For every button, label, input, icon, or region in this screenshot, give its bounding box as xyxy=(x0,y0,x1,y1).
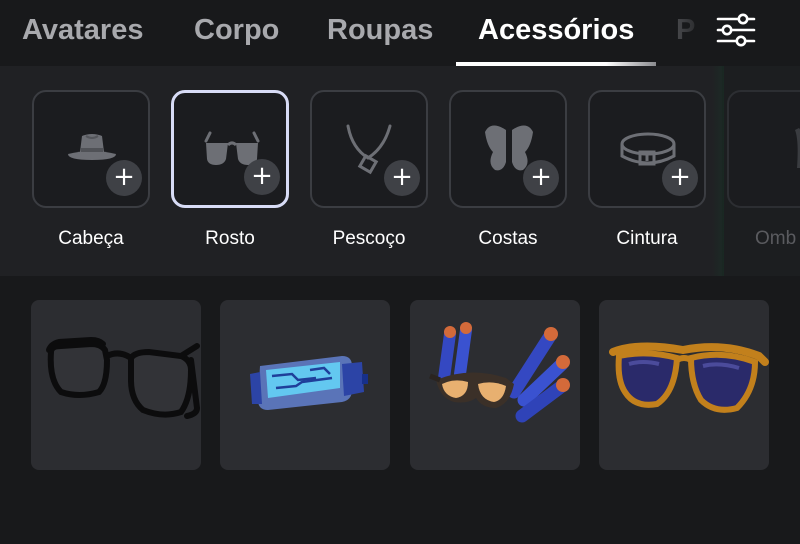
add-icon: + xyxy=(106,160,142,196)
blue-dart-goggles-thumbnail xyxy=(429,322,570,423)
subcategory-cintura[interactable]: + Cintura xyxy=(588,90,710,250)
subcategory-label: Omb xyxy=(755,228,797,249)
subcategory-label: Cintura xyxy=(616,228,678,249)
filter-button[interactable] xyxy=(712,6,760,54)
subcategory-label: Pescoço xyxy=(332,228,406,249)
orange-aviator-sunglasses-thumbnail xyxy=(609,342,769,413)
tab-roupas[interactable]: Roupas xyxy=(327,10,433,50)
item-card[interactable] xyxy=(599,300,769,470)
tab-overflow-fade xyxy=(660,0,710,60)
subcategory-tile[interactable] xyxy=(727,90,800,208)
subcategory-label: Cabeça xyxy=(58,228,124,249)
subcategory-tile[interactable]: + xyxy=(449,90,567,208)
item-card[interactable] xyxy=(410,300,580,470)
subcategory-pescoco[interactable]: + Pescoço xyxy=(310,90,432,250)
subcategory-tile[interactable]: + xyxy=(588,90,706,208)
item-card[interactable] xyxy=(220,300,390,470)
black-frame-glasses-thumbnail xyxy=(46,336,201,419)
subcategory-strip: + Cabeça + Rosto + Pescoço + Costas + Ci… xyxy=(0,66,800,276)
subcategory-tile[interactable]: + xyxy=(32,90,150,208)
add-icon: + xyxy=(523,160,559,196)
shoulder-icon xyxy=(795,128,800,168)
tab-corpo[interactable]: Corpo xyxy=(194,10,279,50)
add-icon: + xyxy=(384,160,420,196)
tab-avatares[interactable]: Avatares xyxy=(22,10,143,50)
subcategory-label: Rosto xyxy=(205,228,255,249)
subcategory-tile[interactable]: + xyxy=(171,90,289,208)
sliders-icon xyxy=(716,13,756,47)
subcategory-ombro[interactable]: Omb xyxy=(727,90,800,250)
subcategory-label: Costas xyxy=(478,228,538,249)
category-tab-bar: Avatares Corpo Roupas Acessórios P xyxy=(0,0,800,66)
item-card[interactable] xyxy=(31,300,201,470)
tab-acessorios[interactable]: Acessórios xyxy=(478,10,634,50)
add-icon: + xyxy=(662,160,698,196)
subcategory-rosto[interactable]: + Rosto xyxy=(171,90,293,250)
subcategory-tile[interactable]: + xyxy=(310,90,428,208)
subcategory-cabeca[interactable]: + Cabeça xyxy=(32,90,154,250)
blue-tech-visor-thumbnail xyxy=(250,356,368,410)
add-icon: + xyxy=(244,159,280,195)
subcategory-costas[interactable]: + Costas xyxy=(449,90,571,250)
